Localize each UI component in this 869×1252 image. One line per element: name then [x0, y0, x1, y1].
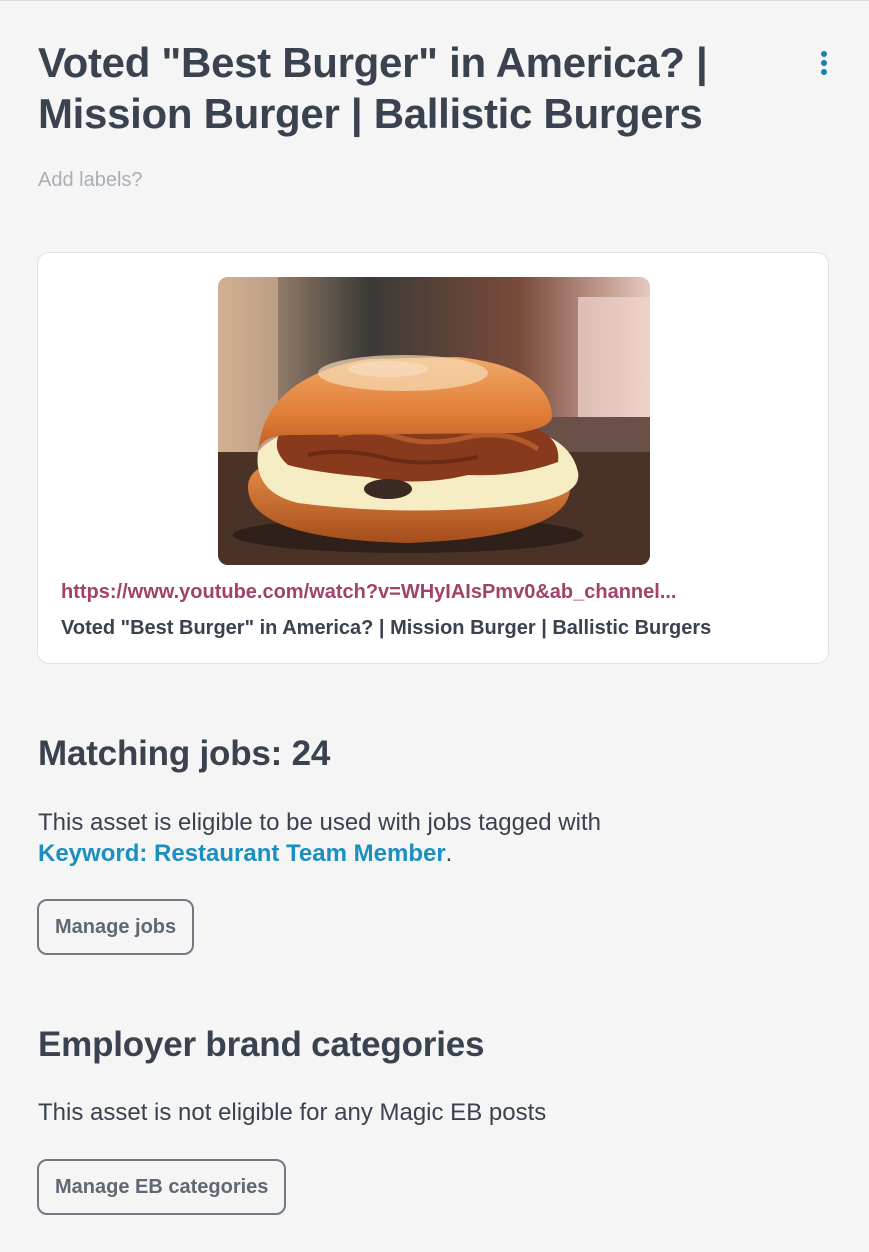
employer-brand-heading: Employer brand categories	[38, 1025, 485, 1064]
asset-detail-page: Voted "Best Burger" in America? | Missio…	[0, 0, 869, 1252]
manage-jobs-button[interactable]: Manage jobs	[37, 899, 195, 955]
preview-url-link[interactable]: https://www.youtube.com/watch?v=WHyIAIsP…	[61, 581, 801, 604]
menu-dot	[821, 51, 827, 57]
matching-jobs-description-text: This asset is eligible to be used with j…	[38, 809, 601, 836]
menu-dot	[821, 60, 827, 66]
manage-eb-categories-button[interactable]: Manage EB categories	[37, 1159, 287, 1215]
matching-jobs-description: This asset is eligible to be used with j…	[38, 807, 818, 869]
page-title: Voted "Best Burger" in America? | Missio…	[38, 39, 708, 137]
description-period: .	[445, 840, 453, 867]
link-preview-card[interactable]: https://www.youtube.com/watch?v=WHyIAIsP…	[37, 252, 829, 664]
keyword-link[interactable]: Keyword: Restaurant Team Member	[38, 840, 446, 867]
more-vertical-icon[interactable]	[812, 47, 836, 79]
matching-jobs-heading: Matching jobs: 24	[38, 734, 331, 773]
add-labels-link[interactable]: Add labels?	[38, 169, 143, 192]
employer-brand-description: This asset is not eligible for any Magic…	[38, 1099, 547, 1126]
preview-caption: Voted "Best Burger" in America? | Missio…	[61, 617, 712, 639]
burger-thumbnail[interactable]	[218, 277, 650, 565]
menu-dot	[821, 69, 827, 75]
